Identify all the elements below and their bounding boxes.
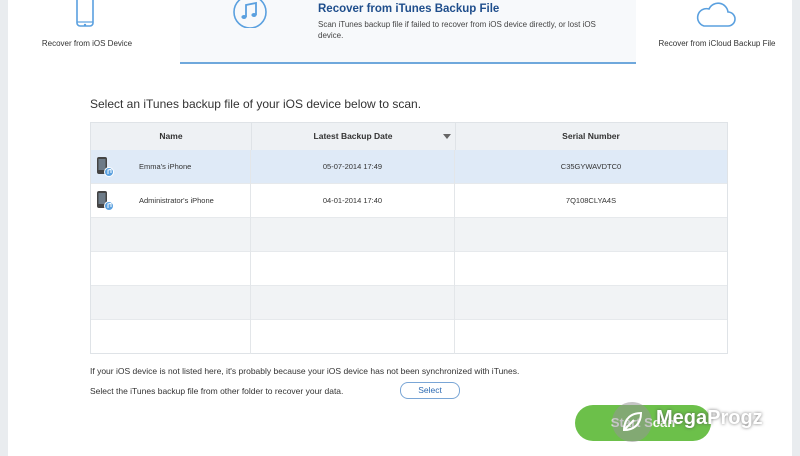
watermark: MegaProgz xyxy=(612,398,788,446)
music-note-icon xyxy=(233,0,267,28)
backup-table: Name Latest Backup Date Serial Number Em… xyxy=(90,122,728,354)
instruction-text: Select an iTunes backup file of your iOS… xyxy=(90,97,422,111)
cloud-icon xyxy=(696,2,736,27)
table-row[interactable]: Emma's iPhone 05-07-2014 17:49 C35GYWAVD… xyxy=(91,150,727,184)
mode-ios-label: Recover from iOS Device xyxy=(41,39,133,48)
table-row[interactable]: Administrator's iPhone 04-01-2014 17:40 … xyxy=(91,184,727,218)
column-header-serial-number[interactable]: Serial Number xyxy=(455,123,727,150)
window-frame-right xyxy=(792,0,800,456)
row-serial-number: 7Q108CLYA4S xyxy=(565,196,617,205)
other-folder-note: Select the iTunes backup file from other… xyxy=(90,386,344,396)
window-frame-left xyxy=(0,0,8,456)
not-listed-note: If your iOS device is not listed here, i… xyxy=(90,366,520,376)
iphone-itunes-icon xyxy=(97,157,114,177)
row-device-name: Administrator's iPhone xyxy=(139,196,214,205)
mode-itunes-description: Scan iTunes backup file if failed to rec… xyxy=(318,20,596,40)
active-mode-indicator xyxy=(180,62,636,64)
sort-descending-icon[interactable] xyxy=(443,134,451,139)
iphone-icon xyxy=(76,0,94,27)
table-header: Name Latest Backup Date Serial Number xyxy=(91,123,727,151)
mode-bar: Recover from iOS Device Recover from iTu… xyxy=(8,0,792,64)
empty-row xyxy=(91,252,727,286)
empty-row xyxy=(91,218,727,252)
mode-recover-itunes-backup[interactable]: Recover from iTunes Backup File Scan iTu… xyxy=(180,0,636,64)
row-backup-date: 05-07-2014 17:49 xyxy=(251,150,455,184)
empty-row xyxy=(91,286,727,320)
select-folder-button[interactable]: Select xyxy=(400,382,460,399)
column-header-name[interactable]: Name xyxy=(91,123,252,150)
watermark-logo xyxy=(612,402,652,442)
row-device-name: Emma's iPhone xyxy=(139,162,192,171)
row-backup-date: 04-01-2014 17:40 xyxy=(251,184,455,218)
iphone-itunes-icon xyxy=(97,191,114,211)
mode-icloud-label: Recover from iCloud Backup File xyxy=(658,39,776,48)
empty-row xyxy=(91,320,727,354)
column-header-latest-backup-date[interactable]: Latest Backup Date xyxy=(251,123,456,150)
watermark-text: MegaProgz xyxy=(656,407,763,429)
row-serial-number: C35GYWAVDTC0 xyxy=(560,162,622,171)
leaf-icon xyxy=(622,411,643,432)
mode-itunes-title: Recover from iTunes Backup File xyxy=(318,3,500,15)
